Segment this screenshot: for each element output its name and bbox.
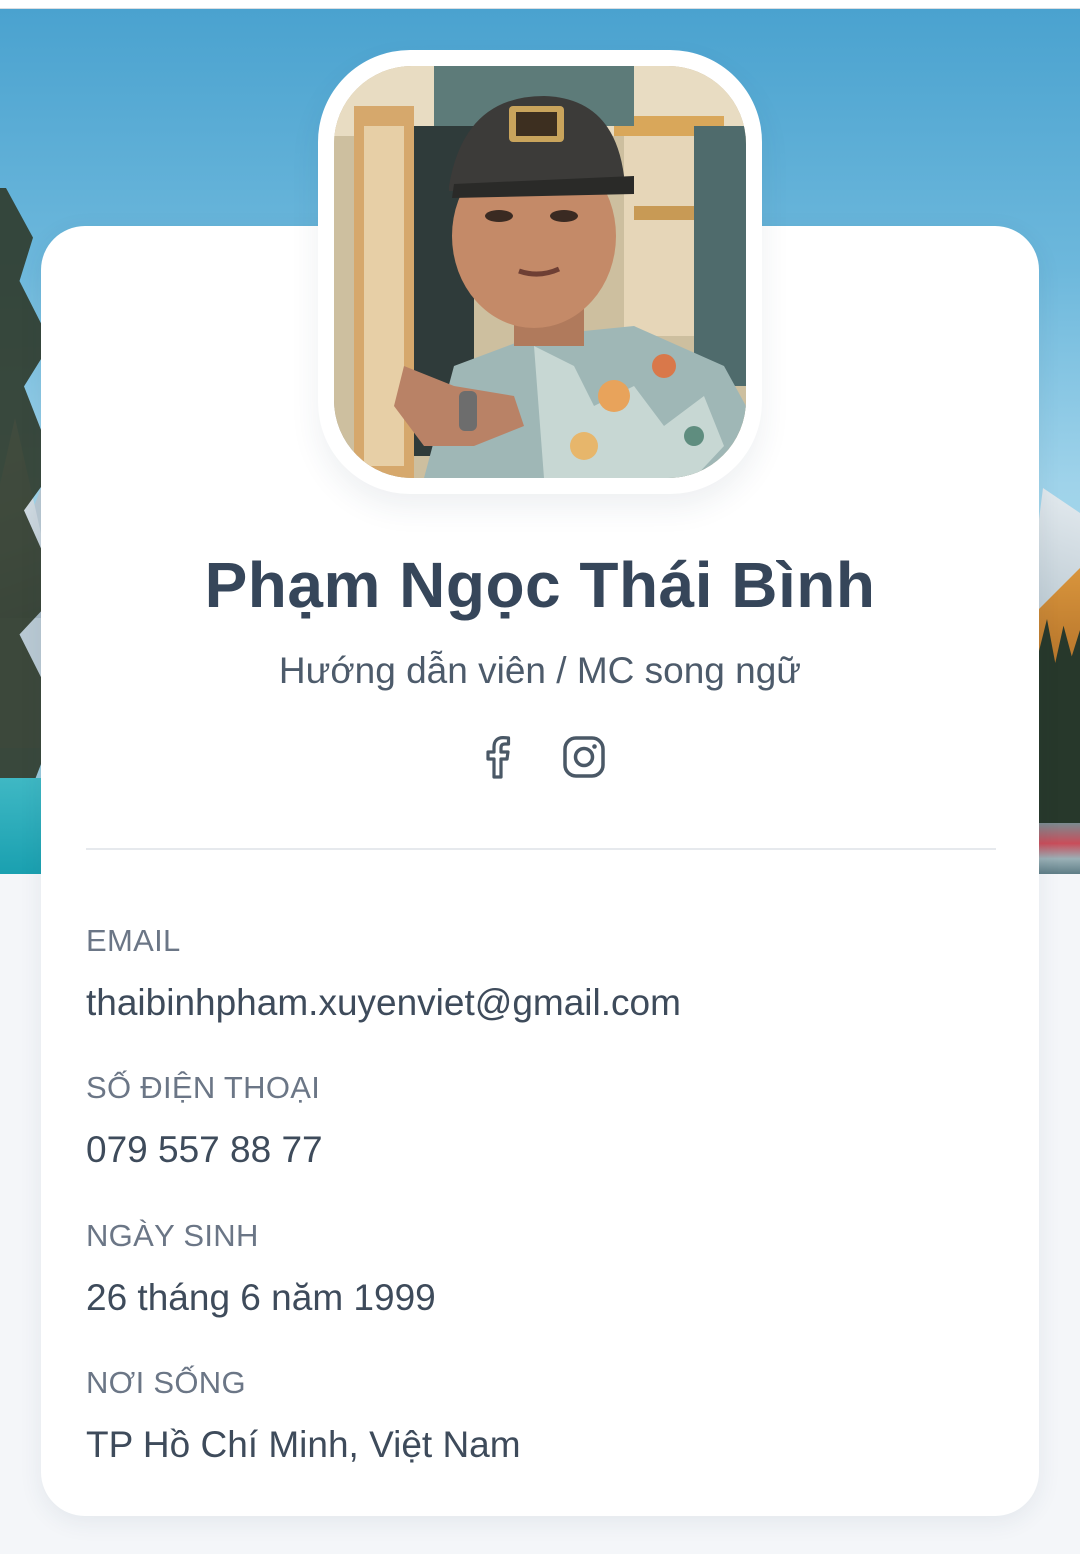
email-field: EMAIL thaibinhpham.xuyenviet@gmail.com [86, 923, 681, 1025]
instagram-icon [563, 736, 605, 778]
phone-field: SỐ ĐIỆN THOẠI 079 557 88 77 [86, 1070, 323, 1172]
avatar-photo [334, 66, 746, 478]
section-divider [86, 848, 996, 850]
facebook-link[interactable] [474, 733, 522, 781]
location-field: NƠI SỐNG TP Hồ Chí Minh, Việt Nam [86, 1365, 521, 1467]
top-border [0, 0, 1080, 9]
avatar-frame [318, 50, 762, 494]
location-label: NƠI SỐNG [86, 1365, 246, 1400]
phone-value[interactable]: 079 557 88 77 [86, 1128, 323, 1172]
location-value: TP Hồ Chí Minh, Việt Nam [86, 1424, 521, 1465]
email-label: EMAIL [86, 923, 181, 958]
birthday-field: NGÀY SINH 26 tháng 6 năm 1999 [86, 1218, 436, 1320]
birthday-value: 26 tháng 6 năm 1999 [86, 1277, 436, 1318]
facebook-icon [486, 736, 511, 779]
instagram-link[interactable] [560, 733, 608, 781]
profile-name: Phạm Ngọc Thái Bình [204, 549, 876, 621]
email-value[interactable]: thaibinhpham.xuyenviet@gmail.com [86, 981, 681, 1025]
birthday-label: NGÀY SINH [86, 1218, 259, 1253]
profile-role: Hướng dẫn viên / MC song ngữ [278, 650, 802, 691]
avatar[interactable] [334, 66, 746, 478]
profile-page: Phạm Ngọc Thái Bình Hướng dẫn viên / MC … [0, 0, 1080, 1554]
phone-label: SỐ ĐIỆN THOẠI [86, 1070, 321, 1105]
social-links [474, 733, 614, 781]
